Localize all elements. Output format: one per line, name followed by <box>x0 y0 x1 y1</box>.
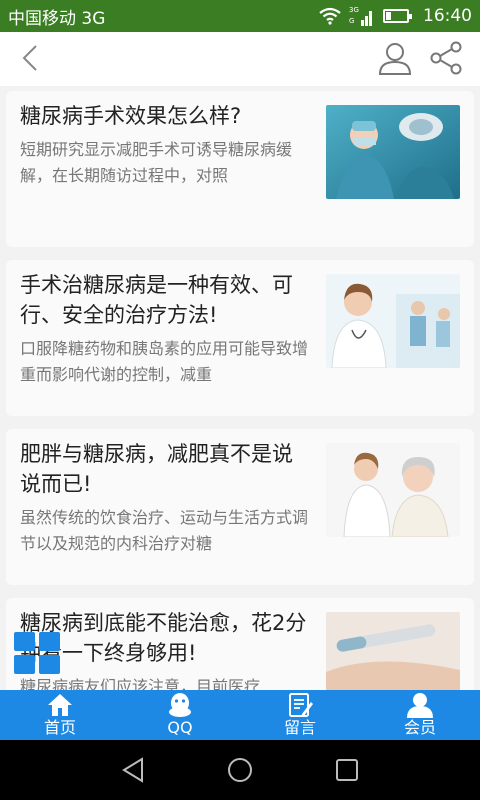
system-navigation-bar <box>0 740 480 800</box>
message-edit-icon <box>289 693 313 717</box>
article-summary: 虽然传统的饮食治疗、运动与生活方式调节以及规范的内科治疗对糖 <box>20 508 309 553</box>
tab-label: QQ <box>167 718 193 737</box>
article-summary: 短期研究显示减肥手术可诱导糖尿病缓解，在长期随访过程中，对照 <box>20 140 293 185</box>
tab-label: 留言 <box>283 718 316 737</box>
doctor-patient-photo <box>326 443 460 537</box>
article-list: 糖尿病手术效果怎么样? 短期研究显示减肥手术可诱导糖尿病缓解，在长期随访过程中，… <box>0 86 480 690</box>
tab-member[interactable]: 会员 <box>360 690 480 740</box>
tab-home[interactable]: 首页 <box>0 690 120 740</box>
battery-icon <box>383 9 412 23</box>
doctor-photo <box>326 274 460 368</box>
article-title: 肥胖与糖尿病，减肥真不是说说而已! <box>20 442 293 496</box>
article-summary: 糖尿病病友们应该注意，目前医疗 <box>20 677 261 690</box>
member-icon <box>407 693 433 718</box>
insulin-pen-photo <box>326 612 460 690</box>
article-summary: 口服降糖药物和胰岛素的应用可能导致增重而影响代谢的控制，减重 <box>20 339 309 384</box>
article-title: 手术治糖尿病是一种有效、可行、安全的治疗方法! <box>20 273 293 327</box>
clock: 16:40 <box>423 6 472 26</box>
status-bar: 中国移动 3G 3G G 16:40 <box>0 0 480 32</box>
qq-icon <box>169 693 191 717</box>
article-title: 糖尿病到底能不能治愈，花2分钟看一下终身够用! <box>20 611 307 665</box>
share-icon[interactable] <box>428 40 464 76</box>
carrier-name: 中国移动 3G <box>8 8 106 29</box>
user-profile-icon[interactable] <box>376 40 414 78</box>
article-card[interactable]: 肥胖与糖尿病，减肥真不是说说而已! 虽然传统的饮食治疗、运动与生活方式调节以及规… <box>6 429 474 585</box>
tab-message[interactable]: 留言 <box>240 690 360 740</box>
tab-label: 首页 <box>43 718 76 737</box>
wifi-icon <box>319 7 341 25</box>
home-icon <box>48 694 72 716</box>
article-card[interactable]: 糖尿病到底能不能治愈，花2分钟看一下终身够用! 糖尿病病友们应该注意，目前医疗 <box>6 598 474 690</box>
grid-menu-icon[interactable] <box>14 632 60 674</box>
top-bar <box>0 32 480 86</box>
nav-recents-icon[interactable] <box>332 755 362 785</box>
signal-icon: 3G G <box>349 6 372 26</box>
tab-label: 会员 <box>403 718 436 737</box>
nav-home-icon[interactable] <box>225 755 255 785</box>
svg-text:3G: 3G <box>349 6 359 14</box>
svg-text:G: G <box>349 17 354 25</box>
back-arrow-icon[interactable] <box>14 40 50 76</box>
article-card[interactable]: 糖尿病手术效果怎么样? 短期研究显示减肥手术可诱导糖尿病缓解，在长期随访过程中，… <box>6 91 474 247</box>
tab-qq[interactable]: QQ <box>120 690 240 740</box>
nav-back-icon[interactable] <box>118 755 148 785</box>
bottom-tab-bar: 首页 QQ 留言 会员 <box>0 690 480 740</box>
surgery-photo <box>326 105 460 199</box>
article-title: 糖尿病手术效果怎么样? <box>20 104 242 128</box>
article-card[interactable]: 手术治糖尿病是一种有效、可行、安全的治疗方法! 口服降糖药物和胰岛素的应用可能导… <box>6 260 474 416</box>
